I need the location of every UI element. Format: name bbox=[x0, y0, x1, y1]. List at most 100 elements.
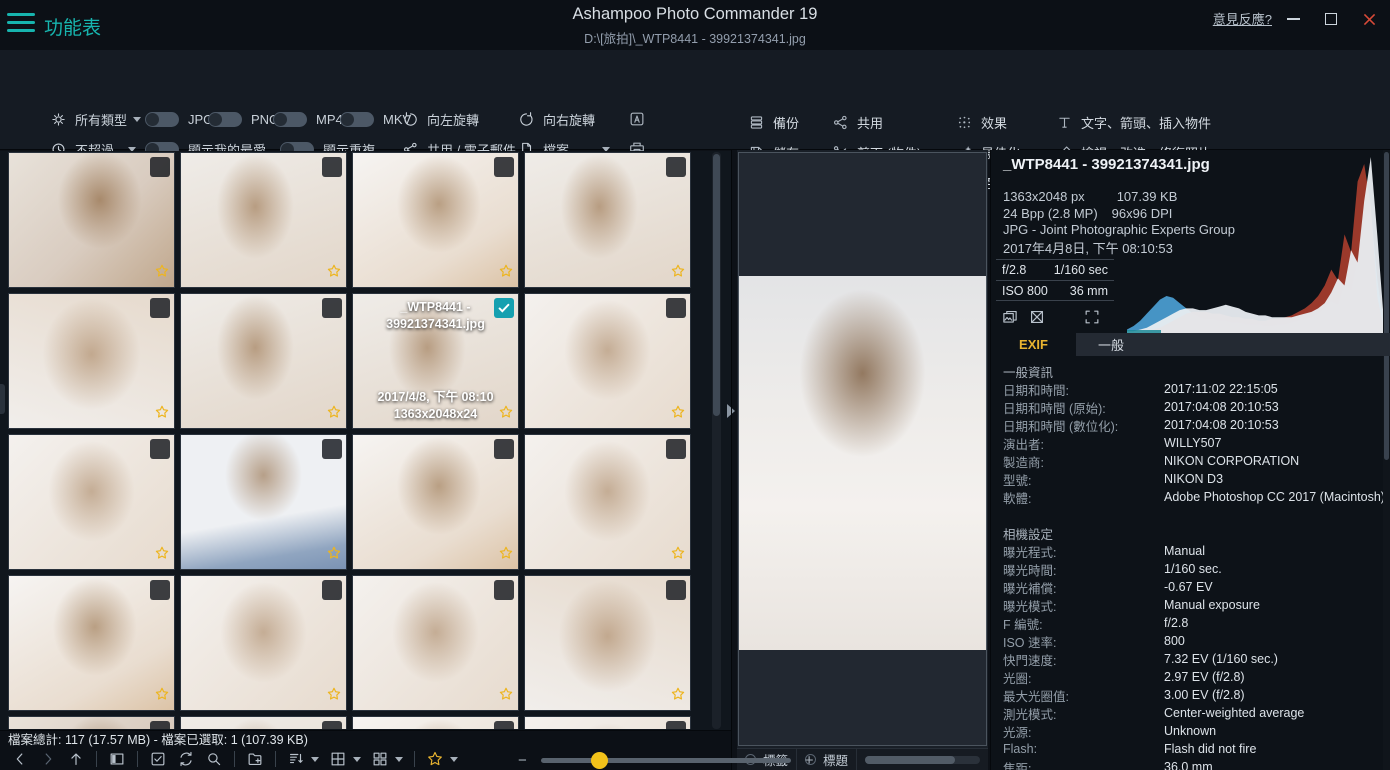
thumb-checkbox[interactable] bbox=[666, 157, 686, 177]
thumbnail[interactable] bbox=[8, 293, 175, 429]
filter-type-dropdown[interactable]: 所有類型 bbox=[50, 108, 136, 130]
command-rotate-right[interactable]: 向右旋轉 bbox=[518, 108, 614, 130]
select-mode-button[interactable] bbox=[149, 750, 167, 768]
info-scrollbar[interactable] bbox=[1383, 150, 1390, 770]
thumb-checkbox[interactable] bbox=[322, 439, 342, 459]
thumb-checkbox[interactable] bbox=[666, 721, 686, 729]
thumb-checkbox[interactable] bbox=[494, 721, 514, 729]
thumbnail[interactable] bbox=[180, 152, 347, 288]
images-overlay-button[interactable] bbox=[1001, 308, 1019, 326]
parent-folder-button[interactable] bbox=[67, 750, 85, 768]
view-grid-button[interactable] bbox=[329, 750, 361, 768]
panel-toggle-button[interactable] bbox=[108, 750, 126, 768]
star-icon[interactable] bbox=[326, 404, 342, 425]
zoom-button[interactable] bbox=[205, 750, 223, 768]
thumbnail[interactable] bbox=[180, 575, 347, 711]
toggle-mp4[interactable]: MP4 bbox=[273, 108, 343, 130]
action-text[interactable]: 文字、箭頭、插入物件 bbox=[1056, 113, 1211, 132]
thumbnail[interactable] bbox=[180, 434, 347, 570]
toggle-mkv[interactable]: MKV bbox=[340, 108, 411, 130]
thumb-checkbox[interactable] bbox=[150, 439, 170, 459]
toggle-png[interactable]: PNG bbox=[208, 108, 279, 130]
maximize-button[interactable] bbox=[1320, 8, 1342, 30]
zoom-slider-track[interactable] bbox=[541, 758, 791, 763]
thumb-checkbox[interactable] bbox=[150, 298, 170, 318]
toggle-switch[interactable] bbox=[273, 112, 307, 127]
preview-photo[interactable] bbox=[739, 276, 986, 650]
preview-hscrollbar[interactable] bbox=[865, 756, 980, 764]
star-icon[interactable] bbox=[670, 404, 686, 425]
action-share[interactable]: 共用 bbox=[832, 113, 952, 132]
thumbnail-selected[interactable]: _WTP8441 -39921374341.jpg2017/4/8, 下午 08… bbox=[352, 293, 519, 429]
star-icon[interactable] bbox=[498, 686, 514, 707]
star-icon[interactable] bbox=[498, 263, 514, 284]
left-panel-collapse-handle[interactable] bbox=[0, 384, 5, 414]
thumb-checkbox[interactable] bbox=[322, 298, 342, 318]
thumbnail[interactable] bbox=[352, 575, 519, 711]
action-effects[interactable]: 效果 bbox=[956, 113, 1052, 132]
view-tiles-button[interactable] bbox=[371, 750, 403, 768]
thumbnail[interactable] bbox=[524, 716, 691, 729]
command-rotate-left[interactable]: 向左旋轉 bbox=[402, 108, 510, 130]
thumbnail[interactable] bbox=[8, 434, 175, 570]
nav-forward-button[interactable] bbox=[39, 750, 57, 768]
star-icon[interactable] bbox=[326, 545, 342, 566]
thumbnail[interactable] bbox=[180, 293, 347, 429]
toggle-switch[interactable] bbox=[208, 112, 242, 127]
star-icon[interactable] bbox=[154, 404, 170, 425]
thumb-checkbox[interactable] bbox=[322, 157, 342, 177]
close-button[interactable] bbox=[1358, 8, 1380, 30]
thumbnail[interactable] bbox=[352, 434, 519, 570]
thumb-checkbox[interactable] bbox=[666, 580, 686, 600]
refresh-button[interactable] bbox=[177, 750, 195, 768]
star-icon[interactable] bbox=[326, 686, 342, 707]
star-icon[interactable] bbox=[670, 545, 686, 566]
thumbnail[interactable] bbox=[524, 434, 691, 570]
star-icon[interactable] bbox=[670, 263, 686, 284]
tab-general[interactable]: 一般 bbox=[1076, 333, 1390, 356]
pdf-button[interactable] bbox=[628, 110, 646, 128]
thumb-checkbox[interactable] bbox=[494, 580, 514, 600]
minimize-button[interactable] bbox=[1282, 8, 1304, 30]
zoom-out-button[interactable]: − bbox=[518, 752, 527, 769]
thumbnail[interactable] bbox=[524, 575, 691, 711]
nav-back-button[interactable] bbox=[11, 750, 29, 768]
sort-order-button[interactable] bbox=[287, 750, 319, 768]
star-icon[interactable] bbox=[498, 545, 514, 566]
star-icon[interactable] bbox=[154, 545, 170, 566]
thumb-checkbox[interactable] bbox=[322, 580, 342, 600]
action-backup[interactable]: 備份 bbox=[748, 113, 828, 132]
thumbnail[interactable] bbox=[8, 575, 175, 711]
menu-button[interactable]: 功能表 bbox=[44, 13, 101, 40]
zoom-slider-thumb[interactable] bbox=[591, 752, 608, 769]
thumb-checkbox[interactable] bbox=[150, 721, 170, 729]
hamburger-menu-icon[interactable] bbox=[7, 13, 35, 35]
star-icon[interactable] bbox=[154, 263, 170, 284]
feedback-link[interactable]: 意見反應? bbox=[1213, 9, 1272, 28]
thumb-checkbox[interactable] bbox=[666, 439, 686, 459]
toggle-switch[interactable] bbox=[340, 112, 374, 127]
star-icon[interactable] bbox=[154, 686, 170, 707]
new-folder-button[interactable] bbox=[246, 750, 264, 768]
thumb-checkbox[interactable] bbox=[150, 157, 170, 177]
thumbnail[interactable] bbox=[8, 716, 175, 729]
thumb-checkbox[interactable] bbox=[150, 580, 170, 600]
thumbnail[interactable] bbox=[8, 152, 175, 288]
no-geo-button[interactable] bbox=[1028, 308, 1046, 326]
favorites-button[interactable] bbox=[426, 750, 458, 768]
thumb-checkbox[interactable] bbox=[322, 721, 342, 729]
star-icon[interactable] bbox=[326, 263, 342, 284]
thumb-checkbox[interactable] bbox=[666, 298, 686, 318]
thumb-checkbox[interactable] bbox=[494, 439, 514, 459]
toggle-switch[interactable] bbox=[145, 112, 179, 127]
crop-frame-button[interactable] bbox=[1083, 308, 1101, 326]
toggle-jpg[interactable]: JPG bbox=[145, 108, 213, 130]
thumbnail[interactable] bbox=[524, 293, 691, 429]
zoom-in-button[interactable]: + bbox=[805, 752, 814, 769]
thumb-checkbox[interactable] bbox=[494, 157, 514, 177]
thumbnails-scrollbar[interactable] bbox=[712, 152, 721, 729]
thumbnail[interactable] bbox=[524, 152, 691, 288]
tab-exif[interactable]: EXIF bbox=[991, 333, 1076, 356]
thumbnail[interactable] bbox=[180, 716, 347, 729]
thumbnail[interactable] bbox=[352, 716, 519, 729]
